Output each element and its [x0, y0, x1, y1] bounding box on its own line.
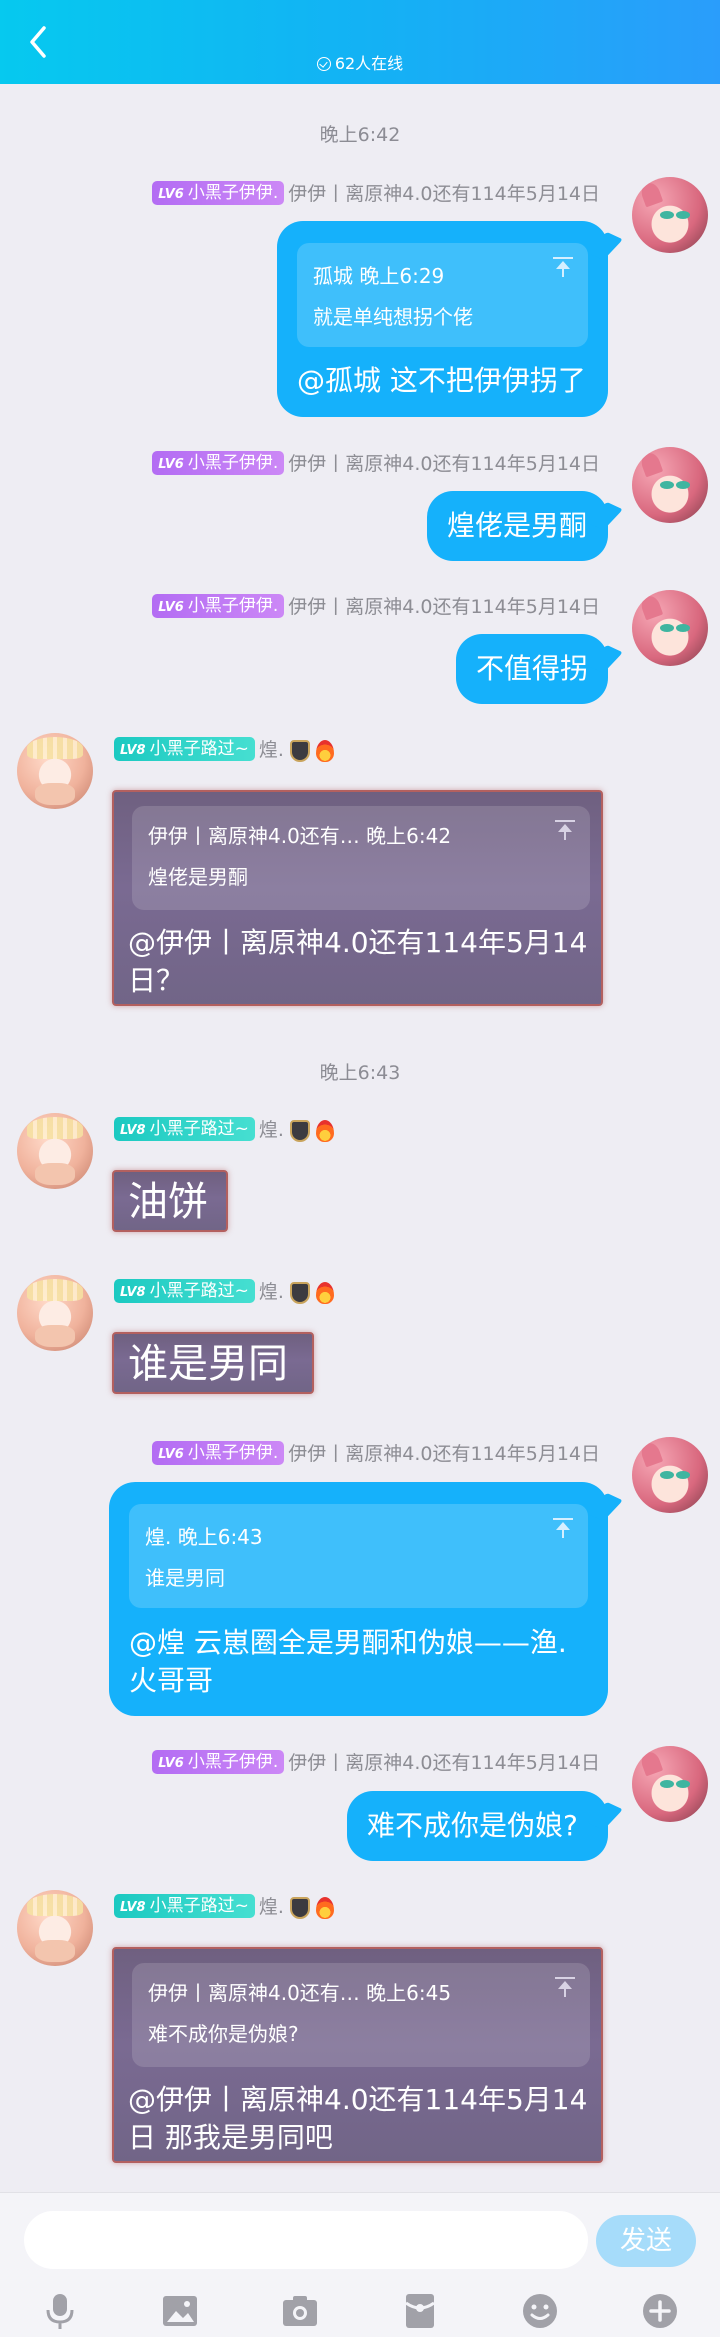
- message-text: 不值得拐: [476, 652, 589, 685]
- sender-name: 煌.: [258, 739, 284, 761]
- message-text: 谁是男同: [128, 1341, 288, 1387]
- jump-to-icon[interactable]: [554, 1977, 576, 1999]
- message-text: @孤城 这不把伊伊拐了: [297, 364, 586, 397]
- shield-icon: [289, 1896, 310, 1919]
- message-input[interactable]: [24, 2211, 588, 2269]
- message-bubble[interactable]: 伊伊丨离原神4.0还有… 晚上6:45 难不成你是伪娘? @伊伊丨离原神4.0还…: [112, 1947, 603, 2163]
- message-bubble[interactable]: 伊伊丨离原神4.0还有… 晚上6:42 煌佬是男酮 @伊伊丨离原神4.0还有11…: [112, 790, 603, 1006]
- sender-line: LV8 小黑子路过~ 煌.: [114, 1117, 334, 1143]
- sender-line: LV6 小黑子伊伊. 伊伊丨离原神4.0还有114年5月14日: [152, 181, 600, 207]
- reply-quote[interactable]: 伊伊丨离原神4.0还有… 晚上6:45 难不成你是伪娘?: [132, 1963, 590, 2067]
- level-badge: LV8 小黑子路过~: [114, 737, 255, 761]
- reply-quote[interactable]: 孤城 晚上6:29 就是单纯想拐个佬: [297, 243, 588, 347]
- microphone-icon[interactable]: [40, 2291, 80, 2331]
- online-count: 62人在线: [0, 50, 720, 74]
- plus-icon[interactable]: [640, 2291, 680, 2331]
- level-badge: LV6 小黑子伊伊.: [152, 1750, 285, 1774]
- level-badge: LV6 小黑子伊伊.: [152, 1441, 285, 1465]
- message-bubble[interactable]: 油饼: [112, 1170, 228, 1232]
- message-text: @伊伊丨离原神4.0还有114年5月14: [128, 2083, 588, 2116]
- timestamp: 晚上6:43: [319, 1062, 401, 1084]
- fire-icon: [315, 1119, 334, 1142]
- quote-text: 就是单纯想拐个佬: [313, 305, 473, 329]
- other-avatar[interactable]: [17, 1113, 93, 1189]
- sender-line: LV8 小黑子路过~ 煌.: [114, 737, 334, 763]
- message-text: 油饼: [128, 1179, 208, 1225]
- sender-name: 煌.: [258, 1119, 284, 1141]
- sender-name: 伊伊丨离原神4.0还有114年5月14日: [288, 183, 600, 205]
- message-text: @伊伊丨离原神4.0还有114年5月14: [128, 926, 588, 959]
- fire-icon: [315, 739, 334, 762]
- self-avatar[interactable]: [632, 177, 708, 253]
- quote-header: 孤城 晚上6:29: [313, 264, 445, 288]
- fire-icon: [315, 1281, 334, 1304]
- shield-icon: [289, 1281, 310, 1304]
- red-packet-icon[interactable]: [400, 2291, 440, 2331]
- sender-line: LV6 小黑子伊伊. 伊伊丨离原神4.0还有114年5月14日: [152, 594, 600, 620]
- sender-name: 煌.: [258, 1281, 284, 1303]
- image-icon[interactable]: [160, 2291, 200, 2331]
- message-bubble[interactable]: 煌佬是男酮: [427, 491, 623, 561]
- sender-line: LV6 小黑子伊伊. 伊伊丨离原神4.0还有114年5月14日: [152, 1750, 600, 1776]
- online-check-icon: [316, 57, 331, 71]
- level-badge: LV6 小黑子伊伊.: [152, 594, 285, 618]
- sender-name: 伊伊丨离原神4.0还有114年5月14日: [288, 453, 600, 475]
- quote-header: 煌. 晚上6:43: [145, 1525, 263, 1549]
- chat-header: 62人在线: [0, 0, 720, 84]
- sender-line: LV6 小黑子伊伊. 伊伊丨离原神4.0还有114年5月14日: [152, 1441, 600, 1467]
- sender-line: LV6 小黑子伊伊. 伊伊丨离原神4.0还有114年5月14日: [152, 451, 600, 477]
- sender-line: LV8 小黑子路过~ 煌.: [114, 1894, 334, 1920]
- self-avatar[interactable]: [632, 1437, 708, 1513]
- self-avatar[interactable]: [632, 447, 708, 523]
- message-bubble[interactable]: 谁是男同: [112, 1332, 314, 1394]
- self-avatar[interactable]: [632, 590, 708, 666]
- other-avatar[interactable]: [17, 1275, 93, 1351]
- timestamp: 晚上6:42: [319, 124, 401, 146]
- message-text: 日？: [128, 964, 185, 997]
- message-bubble[interactable]: 不值得拐: [456, 634, 623, 704]
- other-avatar[interactable]: [17, 1890, 93, 1966]
- sender-line: LV8 小黑子路过~ 煌.: [114, 1279, 334, 1305]
- message-bubble[interactable]: 煌. 晚上6:43 谁是男同 @煌 云崽圈全是男酮和伪娘——渔. 火哥哥: [109, 1482, 623, 1716]
- quote-header: 伊伊丨离原神4.0还有… 晚上6:45: [148, 1981, 452, 2005]
- quote-text: 谁是男同: [145, 1566, 225, 1590]
- message-bubble[interactable]: 孤城 晚上6:29 就是单纯想拐个佬 @孤城 这不把伊伊拐了: [277, 221, 623, 417]
- sender-name: 伊伊丨离原神4.0还有114年5月14日: [288, 596, 600, 618]
- message-bubble[interactable]: 难不成你是伪娘?: [347, 1791, 623, 1861]
- message-text: 火哥哥: [129, 1664, 214, 1697]
- message-text: @煌 云崽圈全是男酮和伪娘——渔.: [129, 1626, 567, 1659]
- composer-bar: 发送: [0, 2192, 720, 2337]
- jump-to-icon[interactable]: [554, 820, 576, 842]
- quote-header: 伊伊丨离原神4.0还有… 晚上6:42: [148, 824, 452, 848]
- reply-quote[interactable]: 伊伊丨离原神4.0还有… 晚上6:42 煌佬是男酮: [132, 806, 590, 910]
- level-badge: LV8 小黑子路过~: [114, 1279, 255, 1303]
- message-text: 煌佬是男酮: [447, 509, 588, 542]
- emoji-icon[interactable]: [520, 2291, 560, 2331]
- sender-name: 伊伊丨离原神4.0还有114年5月14日: [288, 1443, 600, 1465]
- other-avatar[interactable]: [17, 733, 93, 809]
- level-badge: LV6 小黑子伊伊.: [152, 181, 285, 205]
- quote-text: 煌佬是男酮: [148, 865, 248, 889]
- jump-to-icon[interactable]: [552, 1518, 574, 1540]
- fire-icon: [315, 1896, 334, 1919]
- send-button[interactable]: 发送: [596, 2215, 696, 2267]
- shield-icon: [289, 739, 310, 762]
- quote-text: 难不成你是伪娘?: [148, 2022, 299, 2046]
- sender-name: 伊伊丨离原神4.0还有114年5月14日: [288, 1752, 600, 1774]
- message-text: 难不成你是伪娘?: [367, 1809, 578, 1842]
- camera-icon[interactable]: [280, 2291, 320, 2331]
- message-text: 日 那我是男同吧: [128, 2121, 333, 2154]
- self-avatar[interactable]: [632, 1746, 708, 1822]
- sender-name: 煌.: [258, 1896, 284, 1918]
- jump-to-icon[interactable]: [552, 257, 574, 279]
- shield-icon: [289, 1119, 310, 1142]
- level-badge: LV8 小黑子路过~: [114, 1894, 255, 1918]
- level-badge: LV8 小黑子路过~: [114, 1117, 255, 1141]
- level-badge: LV6 小黑子伊伊.: [152, 451, 285, 475]
- reply-quote[interactable]: 煌. 晚上6:43 谁是男同: [129, 1504, 588, 1608]
